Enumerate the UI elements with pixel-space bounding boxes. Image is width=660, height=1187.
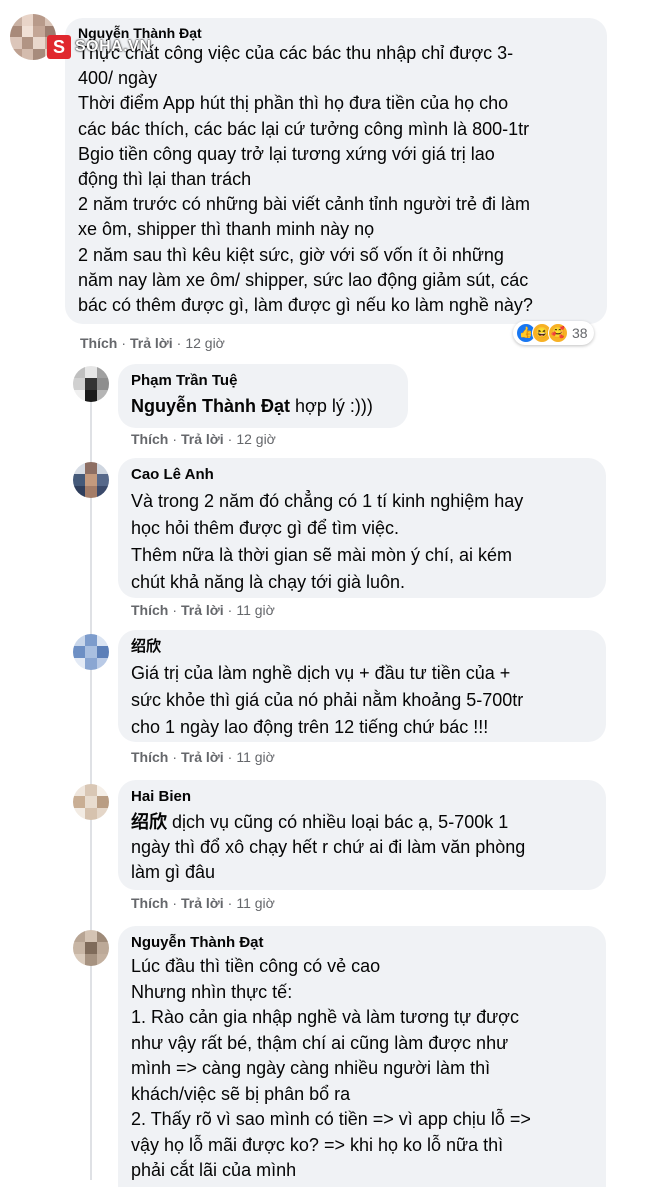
comment-author[interactable]: Nguyễn Thành Đạt bbox=[78, 25, 594, 41]
like-button[interactable]: Thích bbox=[131, 895, 168, 911]
comment-actions: Thích · Trả lời · 12 giờ bbox=[131, 431, 276, 447]
timestamp[interactable]: 12 giờ bbox=[185, 335, 225, 351]
timestamp[interactable]: 11 giờ bbox=[236, 749, 275, 765]
timestamp[interactable]: 11 giờ bbox=[236, 895, 275, 911]
thread-line bbox=[90, 380, 92, 1180]
comment-actions: Thích · Trả lời · 11 giờ bbox=[131, 895, 275, 911]
comment-actions: Thích · Trả lời · 11 giờ bbox=[131, 602, 275, 618]
reply-button[interactable]: Trả lời bbox=[181, 749, 224, 765]
comment-text: 绍欣 dịch vụ cũng có nhiều loại bác ạ, 5-7… bbox=[131, 812, 526, 882]
comment-author[interactable]: Nguyễn Thành Đạt bbox=[131, 934, 593, 952]
comment-text: Nguyễn Thành Đạt hợp lý :))) bbox=[131, 396, 373, 416]
avatar[interactable] bbox=[73, 784, 109, 820]
avatar[interactable] bbox=[73, 634, 109, 670]
like-button[interactable]: Thích bbox=[80, 335, 117, 351]
comment-text: Thực chất công việc của các bác thu nhập… bbox=[78, 43, 533, 316]
reaction-count: 38 bbox=[572, 325, 588, 341]
comment-text: Và trong 2 năm đó chẳng có 1 tí kinh ngh… bbox=[131, 491, 524, 592]
like-button[interactable]: Thích bbox=[131, 431, 168, 447]
comment-actions: Thích · Trả lời · 11 giờ bbox=[131, 749, 275, 765]
comment-bubble: 绍欣 Giá trị của làm nghề dịch vụ + đầu tư… bbox=[118, 630, 606, 742]
avatar[interactable] bbox=[73, 462, 109, 498]
reaction-summary[interactable]: 👍 😆 🥰 38 bbox=[513, 321, 594, 345]
care-icon: 🥰 bbox=[548, 323, 568, 343]
soha-watermark-logo: S SOHA.VN bbox=[47, 33, 151, 61]
reply-button[interactable]: Trả lời bbox=[181, 895, 224, 911]
mention-link[interactable]: Nguyễn Thành Đạt bbox=[131, 396, 290, 416]
comment-bubble: Cao Lê Anh Và trong 2 năm đó chẳng có 1 … bbox=[118, 458, 606, 598]
like-button[interactable]: Thích bbox=[131, 749, 168, 765]
avatar[interactable] bbox=[73, 366, 109, 402]
comment-bubble: Hai Bien 绍欣 dịch vụ cũng có nhiều loại b… bbox=[118, 780, 606, 890]
reply-button[interactable]: Trả lời bbox=[130, 335, 173, 351]
comment-bubble: Phạm Trần Tuệ Nguyễn Thành Đạt hợp lý :)… bbox=[118, 364, 408, 428]
comment-author[interactable]: 绍欣 bbox=[131, 638, 593, 656]
mention-link[interactable]: 绍欣 bbox=[131, 812, 167, 832]
comment-bubble: Nguyễn Thành Đạt Thực chất công việc của… bbox=[65, 18, 607, 324]
reply-button[interactable]: Trả lời bbox=[181, 602, 224, 618]
like-button[interactable]: Thích bbox=[131, 602, 168, 618]
comment-actions: Thích · Trả lời · 12 giờ bbox=[80, 335, 225, 351]
comment-bubble: Nguyễn Thành Đạt Lúc đầu thì tiền công c… bbox=[118, 926, 606, 1187]
timestamp[interactable]: 11 giờ bbox=[236, 602, 275, 618]
comment-author[interactable]: Cao Lê Anh bbox=[131, 466, 593, 484]
comment-text: Giá trị của làm nghề dịch vụ + đầu tư ti… bbox=[131, 663, 524, 737]
comment-author[interactable]: Hai Bien bbox=[131, 788, 593, 806]
reply-button[interactable]: Trả lời bbox=[181, 431, 224, 447]
comment-text: Lúc đầu thì tiền công có vẻ cao Nhưng nh… bbox=[131, 956, 531, 1180]
comment-author[interactable]: Phạm Trần Tuệ bbox=[131, 372, 395, 390]
timestamp[interactable]: 12 giờ bbox=[236, 431, 276, 447]
avatar[interactable] bbox=[73, 930, 109, 966]
